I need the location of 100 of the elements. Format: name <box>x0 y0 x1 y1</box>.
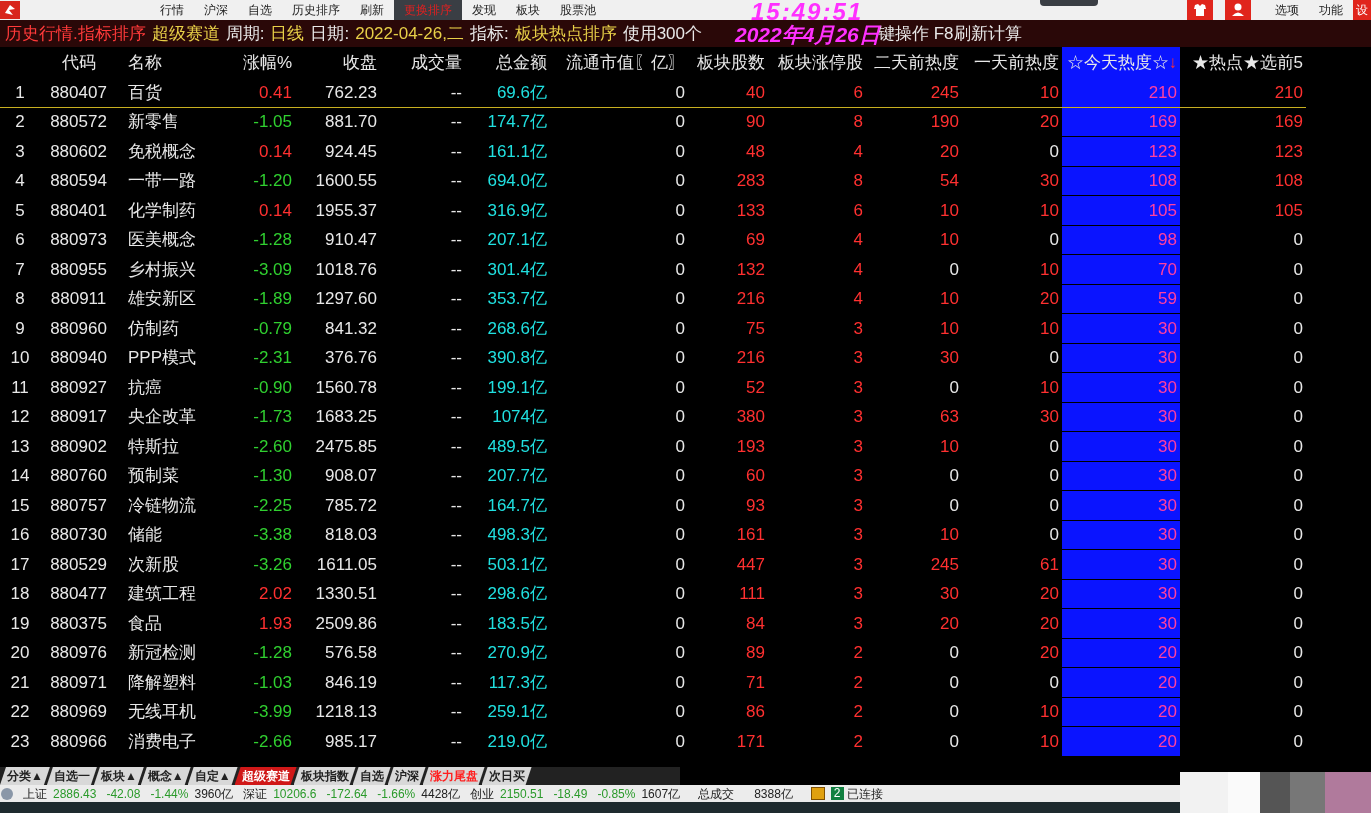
menu-tab[interactable]: 自选 <box>238 0 282 20</box>
bottom-tab[interactable]: 板块▲ <box>93 767 144 785</box>
table-row[interactable]: 19 880375 食品 1.93 2509.86 -- 183.5亿 0 84 3 20 20 30 0 <box>0 609 1306 639</box>
table-row[interactable]: 23 880966 消费电子 -2.66 985.17 -- 219.0亿 0 171 2 0 10 20 0 <box>0 727 1306 757</box>
table-cell-text: 0 <box>949 701 959 723</box>
bottom-tab[interactable]: 自选一 <box>46 767 97 785</box>
table-cell-text: 108 <box>1274 170 1303 192</box>
table-row[interactable]: 12 880917 央企改革 -1.73 1683.25 -- 1074亿 0 380 3 63 30 30 0 <box>0 402 1306 432</box>
table-row[interactable]: 10 880940 PPP模式 -2.31 376.76 -- 390.8亿 0 216 3 30 0 30 0 <box>0 343 1306 373</box>
bottom-tab[interactable]: 沪深 <box>387 767 426 785</box>
handle[interactable] <box>1040 0 1098 6</box>
table-cell-text: 10 <box>1040 376 1059 399</box>
bottom-tab[interactable]: 自定▲ <box>187 767 238 785</box>
row-number: 22 <box>10 701 30 723</box>
info-text: 日期: <box>310 22 350 45</box>
menu-button[interactable]: 功能 <box>1309 0 1353 20</box>
table-cell-text: 0 <box>1049 229 1059 251</box>
column-header[interactable]: 总金额 <box>465 47 550 78</box>
table-cell-text: 0 <box>949 671 959 694</box>
table-row[interactable]: 1 880407 百货 0.41 762.23 -- 69.6亿 0 40 6 245 10 210 210 <box>0 78 1306 108</box>
column-header[interactable]: 板块股数 <box>688 47 768 78</box>
table-row[interactable]: 3 880602 免税概念 0.14 924.45 -- 161.1亿 0 48 4 20 0 123 123 <box>0 137 1306 167</box>
index-change: -172.64 <box>326 785 368 803</box>
table-cell-text: 0 <box>675 671 685 694</box>
table-cell-text: 0 <box>1049 524 1059 546</box>
table-cell-text: 0 <box>675 199 685 222</box>
table-cell-text: 123 <box>1274 140 1303 163</box>
column-header[interactable]: 流通市值〖亿〗 <box>550 47 688 78</box>
table-row[interactable]: 11 880927 抗癌 -0.90 1560.78 -- 199.1亿 0 52 3 0 10 30 0 <box>0 373 1306 403</box>
column-header[interactable]: 板块涨停股 <box>768 47 866 78</box>
table-row[interactable]: 16 880730 储能 -3.38 818.03 -- 498.3亿 0 161 3 10 0 30 0 <box>0 520 1306 550</box>
menu-button[interactable]: 设 <box>1353 0 1371 20</box>
table-row[interactable]: 13 880902 特斯拉 -2.60 2475.85 -- 489.5亿 0 193 3 10 0 30 0 <box>0 432 1306 462</box>
table-cell-text: -- <box>450 701 462 723</box>
column-header[interactable]: 二天前热度 <box>866 47 962 78</box>
table-cell-text: 171 <box>736 730 765 753</box>
bottom-tab[interactable]: 分类▲ <box>0 767 50 785</box>
menu-tab[interactable]: 沪深 <box>194 0 238 20</box>
table-cell-text: 489.5亿 <box>487 435 547 458</box>
table-cell-text: 20 <box>1040 288 1059 310</box>
app-logo-icon[interactable] <box>0 1 20 19</box>
bottom-tab[interactable]: 自选 <box>352 767 391 785</box>
bottom-tab[interactable]: 次日买 <box>481 767 532 785</box>
table-cell-text: 2 <box>853 642 863 664</box>
menu-tab[interactable]: 历史排序 <box>282 0 350 20</box>
table-row[interactable]: 15 880757 冷链物流 -2.25 785.72 -- 164.7亿 0 93 3 0 0 30 0 <box>0 491 1306 521</box>
table-cell-text: 30 <box>1158 524 1177 546</box>
table-cell-text: 298.6亿 <box>487 583 547 605</box>
user-icon[interactable] <box>1225 0 1251 20</box>
info-text: 使用300个 <box>622 22 702 45</box>
table-row[interactable]: 14 880760 预制菜 -1.30 908.07 -- 207.7亿 0 60 3 0 0 30 0 <box>0 461 1306 491</box>
table-cell-text: 0 <box>1049 494 1059 517</box>
column-header[interactable]: 名称 <box>120 47 210 78</box>
bottom-tab[interactable]: 概念▲ <box>140 767 191 785</box>
table-row[interactable]: 7 880955 乡村振兴 -3.09 1018.76 -- 301.4亿 0 132 4 0 10 70 0 <box>0 255 1306 285</box>
shirt-icon[interactable] <box>1187 0 1213 20</box>
bottom-tab[interactable]: 超级赛道 <box>234 767 297 785</box>
table-cell-text: 0 <box>675 317 685 340</box>
index-percent: -0.85% <box>597 785 636 803</box>
column-header[interactable]: 收盘 <box>295 47 380 78</box>
table-row[interactable]: 6 880973 医美概念 -1.28 910.47 -- 207.1亿 0 69 4 10 0 98 0 <box>0 225 1306 255</box>
table-row[interactable]: 20 880976 新冠检测 -1.28 576.58 -- 270.9亿 0 89 2 0 20 20 0 <box>0 638 1306 668</box>
bottom-tab[interactable]: 板块指数 <box>293 767 356 785</box>
column-header[interactable]: 涨幅% <box>210 47 295 78</box>
table-row[interactable]: 21 880971 降解塑料 -1.03 846.19 -- 117.3亿 0 71 2 0 0 20 0 <box>0 668 1306 698</box>
index-value: 10206.6 <box>273 785 317 803</box>
column-header[interactable]: 一天前热度 <box>962 47 1062 78</box>
table-row[interactable]: 18 880477 建筑工程 2.02 1330.51 -- 298.6亿 0 111 3 30 20 30 0 <box>0 579 1306 609</box>
table-cell-text: 762.23 <box>325 81 377 104</box>
table-cell-text: 161 <box>736 524 765 546</box>
menu-tab[interactable]: 发现 <box>462 0 506 20</box>
menu-button[interactable]: 选项 <box>1265 0 1309 20</box>
table-row[interactable]: 9 880960 仿制药 -0.79 841.32 -- 268.6亿 0 75 3 10 10 30 0 <box>0 314 1306 344</box>
table-row[interactable]: 22 880969 无线耳机 -3.99 1218.13 -- 259.1亿 0 86 2 0 10 20 0 <box>0 697 1306 727</box>
table-cell-text: 1218.13 <box>315 701 377 723</box>
table-cell-text: -- <box>450 730 462 753</box>
table-row[interactable]: 2 880572 新零售 -1.05 881.70 -- 174.7亿 0 90 8 190 20 169 169 <box>0 107 1306 137</box>
column-header[interactable]: ☆今天热度☆↓ <box>1062 47 1180 78</box>
table-cell-text: 880594 <box>50 170 107 192</box>
table-row[interactable]: 17 880529 次新股 -3.26 1611.05 -- 503.1亿 0 447 3 245 61 30 0 <box>0 550 1306 580</box>
menu-tab[interactable]: 刷新 <box>350 0 394 20</box>
menu-tab[interactable]: 股票池 <box>550 0 606 20</box>
column-header[interactable]: 代码 <box>40 47 120 78</box>
table-cell-text: 54 <box>940 170 959 192</box>
table-row[interactable]: 4 880594 一带一路 -1.20 1600.55 -- 694.0亿 0 283 8 54 30 108 108 <box>0 166 1306 196</box>
collapse-icon[interactable] <box>1 787 13 800</box>
table-cell-text: 20 <box>1158 671 1177 694</box>
table-cell-text: 2 <box>853 701 863 723</box>
table-row[interactable]: 5 880401 化学制药 0.14 1955.37 -- 316.9亿 0 133 6 10 10 105 105 <box>0 196 1306 226</box>
table-cell-text: 1683.25 <box>315 406 377 428</box>
table-row[interactable]: 8 880911 雄安新区 -1.89 1297.60 -- 353.7亿 0 216 4 10 20 59 0 <box>0 284 1306 314</box>
column-header[interactable]: 成交量 <box>380 47 465 78</box>
row-number: 8 <box>15 288 25 310</box>
table-cell-text: 93 <box>746 494 765 517</box>
table-cell-text: 10 <box>940 524 959 546</box>
menu-tab[interactable]: 行情 <box>150 0 194 20</box>
table-cell-text: -- <box>450 81 462 104</box>
column-header[interactable]: ★热点★选前5 <box>1180 47 1306 78</box>
menu-tab[interactable]: 板块 <box>506 0 550 20</box>
table-cell-text: 0 <box>675 701 685 723</box>
